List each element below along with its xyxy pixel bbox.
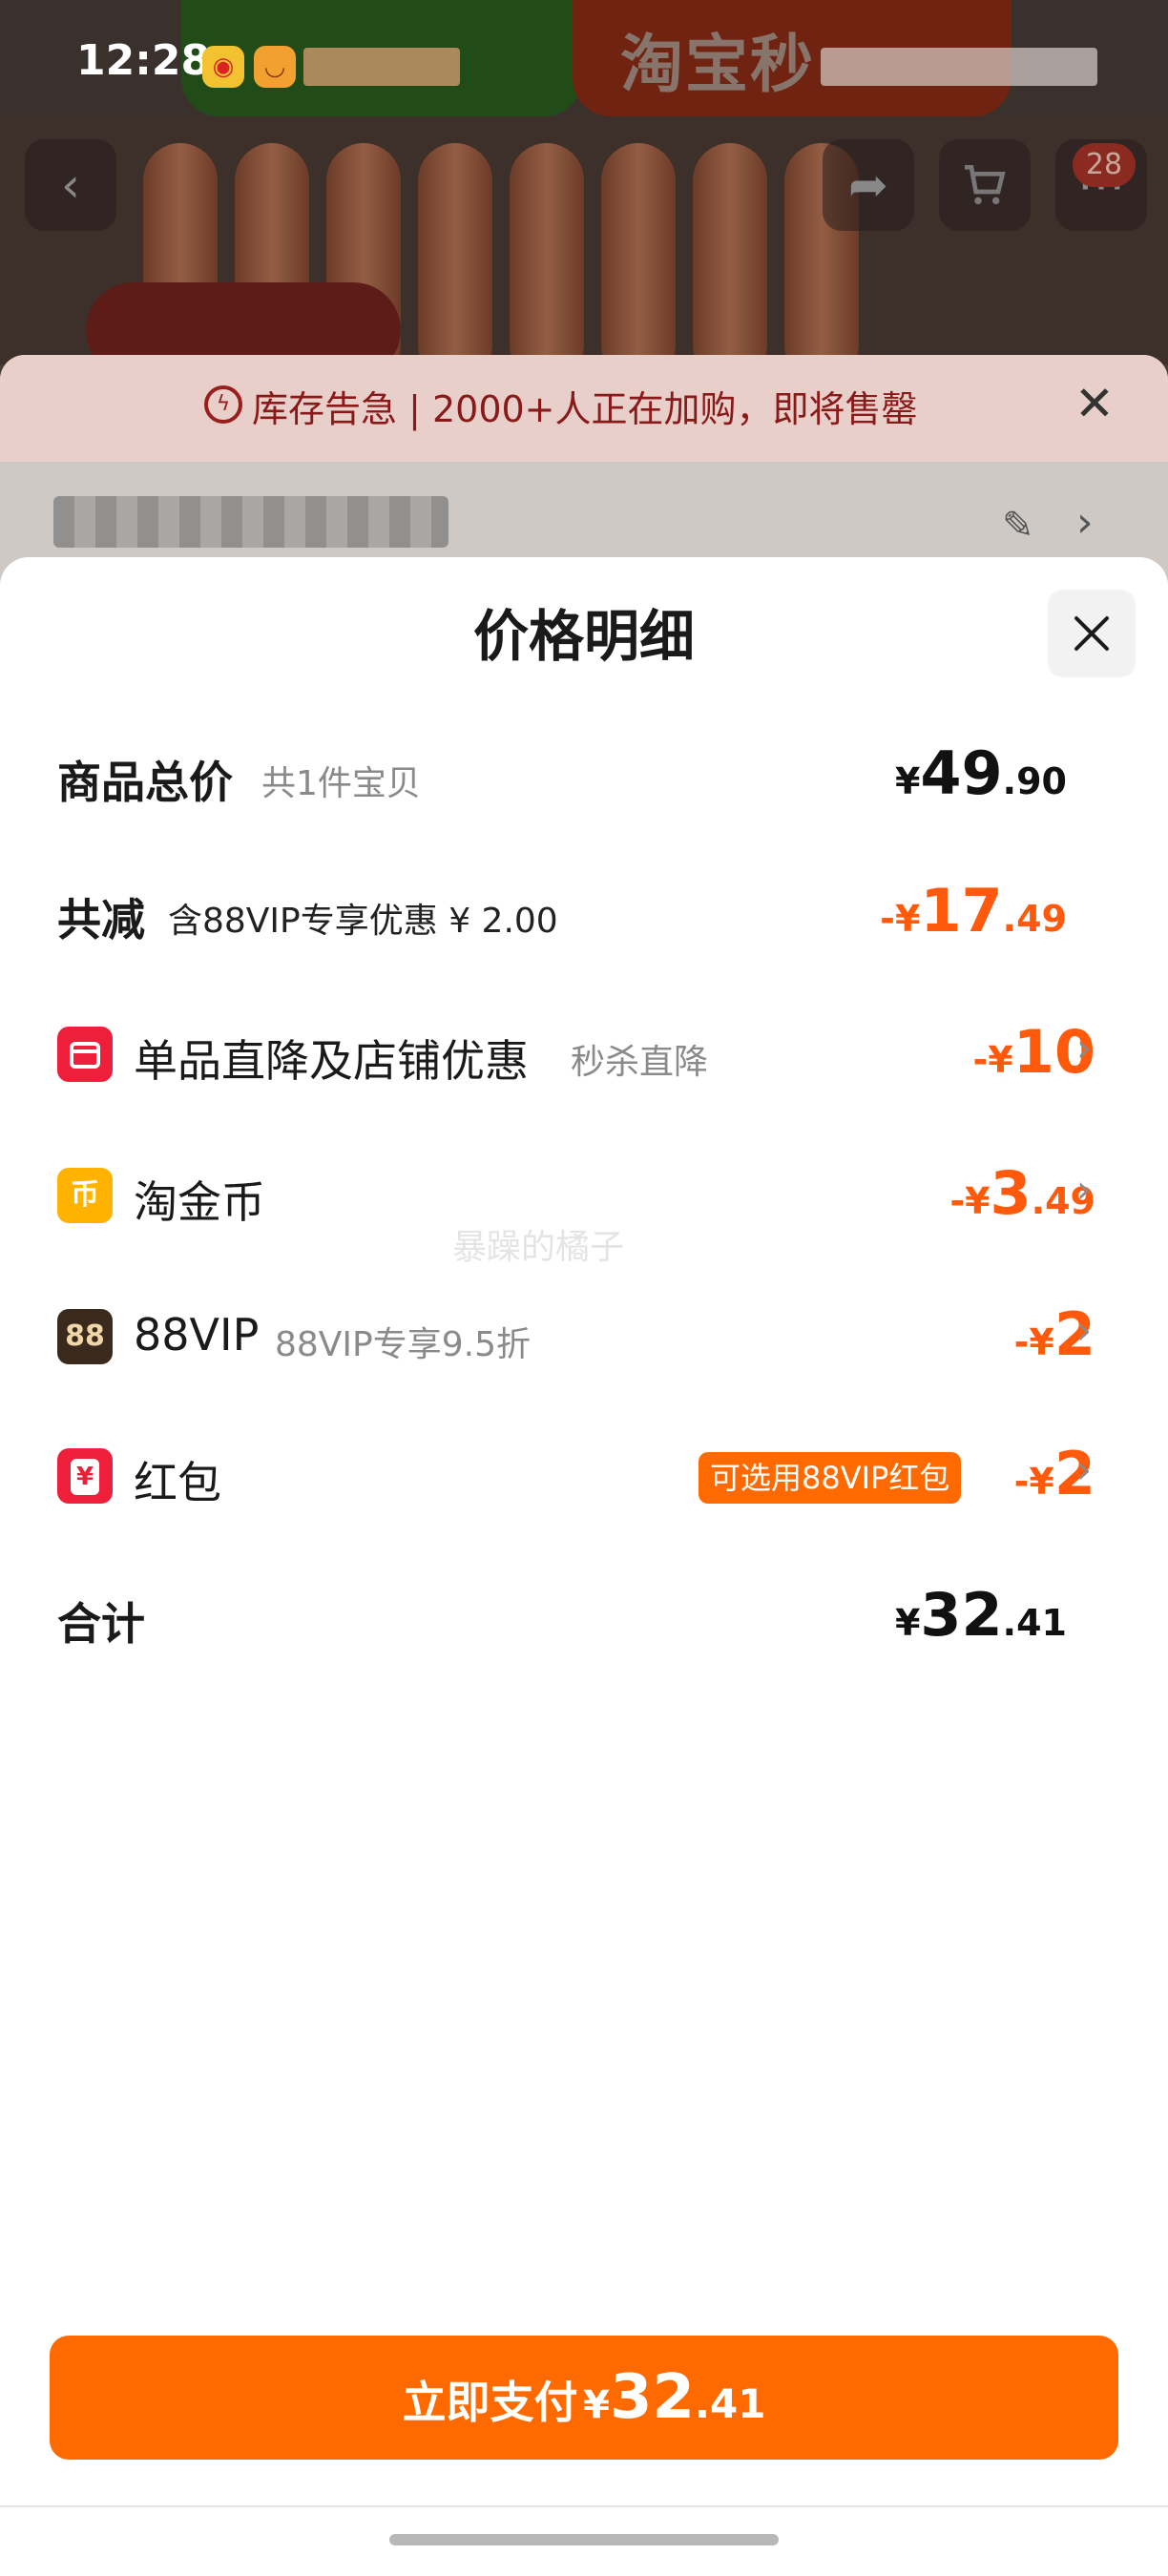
amount-int: 3 bbox=[990, 1158, 1032, 1228]
amount-dec: .49 bbox=[1002, 898, 1067, 940]
blurred-status-icons bbox=[821, 48, 1097, 86]
app-notification-icon: ◡ bbox=[254, 46, 296, 88]
close-icon bbox=[1074, 616, 1109, 651]
weibo-notification-icon: ◉ bbox=[202, 46, 244, 88]
cart-count-badge: 28 bbox=[1073, 143, 1136, 187]
pay-now-button[interactable]: 立即支付 ¥32.41 bbox=[50, 2336, 1118, 2460]
edit-icon[interactable]: ✎ bbox=[1002, 504, 1034, 548]
blurred-address bbox=[53, 496, 448, 548]
row-grand-total: 合计 ¥32.41 bbox=[0, 1567, 1168, 1672]
red-packet-icon: ¥ bbox=[57, 1448, 113, 1504]
vip-red-packet-tag[interactable]: 可选用88VIP红包 bbox=[699, 1452, 962, 1504]
row-label: 淘金币 bbox=[134, 1176, 265, 1228]
row-sub: 88VIP专享9.5折 bbox=[275, 1325, 532, 1364]
row-88vip[interactable]: 88 88VIP 88VIP专享9.5折 -¥2 › bbox=[0, 1282, 1168, 1387]
row-red-packet[interactable]: ¥ 红包 可选用88VIP红包 -¥2 › bbox=[0, 1423, 1168, 1528]
home-indicator[interactable] bbox=[389, 2534, 779, 2545]
stock-alert-text: 库存告急 | 2000+人正在加购，即将售罄 bbox=[252, 388, 918, 430]
amount-int: 17 bbox=[920, 876, 1003, 945]
lightning-icon: ϟ bbox=[204, 385, 242, 424]
bottom-divider bbox=[0, 2505, 1168, 2507]
row-label: 88VIP bbox=[134, 1309, 260, 1361]
taojinbi-amount: -¥3.49 bbox=[949, 1158, 1095, 1228]
row-label: 合计 bbox=[57, 1598, 145, 1650]
chevron-right-icon: › bbox=[1076, 1168, 1092, 1212]
chevron-right-icon: › bbox=[1076, 1027, 1092, 1070]
grand-total-amount: ¥32.41 bbox=[895, 1580, 1067, 1650]
amount-int: 32 bbox=[609, 2362, 696, 2433]
share-button[interactable]: ➦ bbox=[823, 139, 914, 231]
row-label: 红包 bbox=[134, 1457, 221, 1508]
currency-symbol: -¥ bbox=[1013, 1461, 1054, 1503]
goods-total-amount: ¥49.90 bbox=[895, 738, 1067, 808]
blurred-status-content bbox=[303, 48, 460, 86]
row-goods-total: 商品总价 共1件宝贝 ¥49.90 bbox=[0, 721, 1168, 826]
coin-icon: 币 bbox=[57, 1168, 113, 1223]
row-sub: 共1件宝贝 bbox=[261, 764, 421, 803]
chevron-right-icon: › bbox=[1076, 1309, 1092, 1353]
amount-dec: .41 bbox=[1002, 1602, 1067, 1644]
currency-symbol: -¥ bbox=[880, 898, 921, 940]
total-discount-amount: -¥17.49 bbox=[880, 876, 1067, 945]
row-label: 商品总价 bbox=[57, 757, 233, 808]
currency-symbol: ¥ bbox=[894, 760, 921, 802]
amount-int: 32 bbox=[920, 1580, 1003, 1650]
red-packet-icon-glyph: ¥ bbox=[71, 1459, 99, 1495]
row-sub: 含88VIP专享优惠 ¥ 2.00 bbox=[168, 902, 558, 941]
back-button[interactable]: ‹ bbox=[25, 139, 116, 231]
row-total-discount: 共减 含88VIP专享优惠 ¥ 2.00 -¥17.49 bbox=[0, 862, 1168, 967]
close-button[interactable] bbox=[1048, 590, 1136, 677]
currency-symbol: -¥ bbox=[1013, 1321, 1054, 1363]
chevron-right-icon: › bbox=[1076, 498, 1094, 547]
currency-symbol: ¥ bbox=[583, 2383, 610, 2427]
currency-symbol: ¥ bbox=[894, 1602, 921, 1644]
currency-symbol: -¥ bbox=[949, 1180, 991, 1222]
watermark: 暴躁的橘子 bbox=[452, 1228, 625, 1267]
row-label: 共减 bbox=[57, 894, 145, 945]
vip-88-icon: 88 bbox=[57, 1309, 113, 1364]
amount-dec: .90 bbox=[1002, 760, 1067, 802]
amount-dec: .41 bbox=[695, 2380, 766, 2427]
amount-int: 49 bbox=[920, 738, 1003, 808]
shop-icon bbox=[57, 1027, 113, 1082]
pay-now-label: 立即支付 ¥32.41 bbox=[50, 2336, 1118, 2475]
row-shop-discount[interactable]: 单品直降及店铺优惠 秒杀直降 -¥10 › bbox=[0, 1002, 1168, 1107]
sheet-title: 价格明细 bbox=[472, 604, 695, 669]
cart-icon bbox=[965, 165, 1006, 205]
row-label: 单品直降及店铺优惠 bbox=[134, 1035, 529, 1087]
pay-label: 立即支付 bbox=[402, 2377, 578, 2428]
chevron-right-icon: › bbox=[1076, 1448, 1092, 1492]
status-time: 12:28 bbox=[76, 36, 211, 85]
stock-alert-close-icon[interactable]: ✕ bbox=[1074, 380, 1115, 427]
row-sub: 秒杀直降 bbox=[571, 1043, 709, 1082]
cart-button[interactable] bbox=[939, 139, 1031, 231]
currency-symbol: -¥ bbox=[972, 1039, 1013, 1081]
